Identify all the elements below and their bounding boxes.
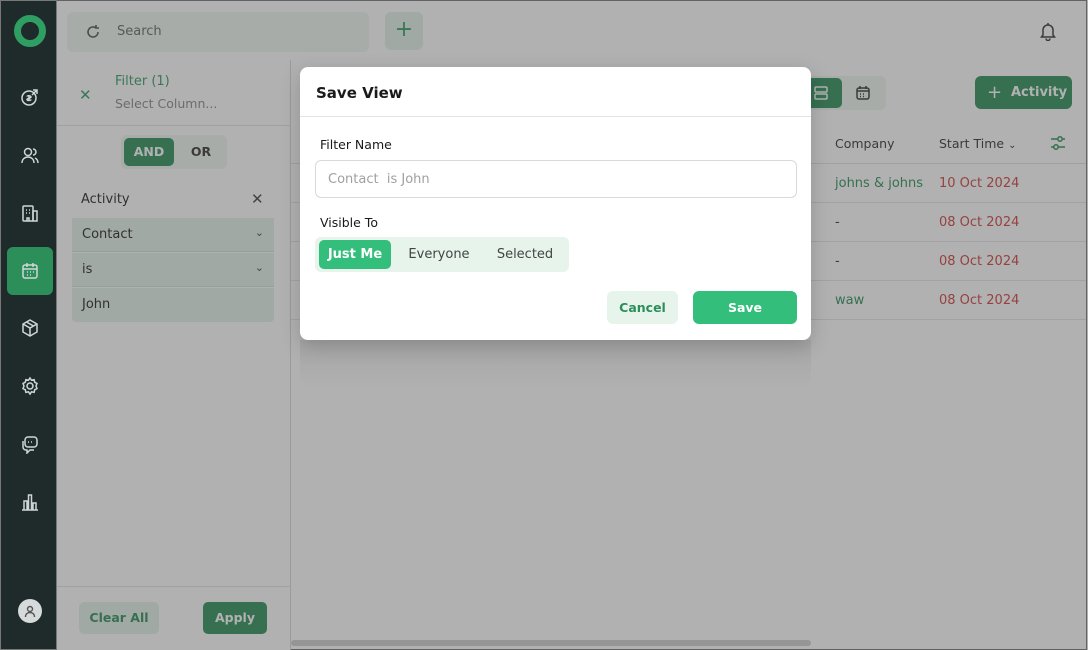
filter-name-label: Filter Name bbox=[320, 137, 392, 152]
reports-icon[interactable] bbox=[15, 487, 45, 517]
dialog-header: Save View bbox=[300, 67, 811, 117]
save-button[interactable]: Save bbox=[693, 291, 797, 324]
app-logo[interactable] bbox=[14, 15, 46, 47]
companies-icon[interactable] bbox=[15, 198, 45, 228]
visibility-option-everyone[interactable]: Everyone bbox=[399, 240, 479, 269]
products-icon[interactable] bbox=[15, 313, 45, 343]
contacts-icon[interactable] bbox=[15, 140, 45, 170]
cancel-button[interactable]: Cancel bbox=[607, 291, 678, 324]
dialog-title: Save View bbox=[316, 84, 403, 102]
visibility-option-just-me[interactable]: Just Me bbox=[319, 240, 391, 269]
filter-name-input[interactable] bbox=[315, 160, 797, 198]
activities-icon[interactable] bbox=[7, 247, 53, 295]
user-avatar[interactable] bbox=[18, 599, 42, 623]
deals-icon[interactable] bbox=[15, 82, 45, 112]
sidebar bbox=[0, 0, 57, 650]
modal-shadow bbox=[300, 340, 811, 388]
chat-icon[interactable] bbox=[15, 429, 45, 459]
settings-icon[interactable] bbox=[15, 371, 45, 401]
visible-to-label: Visible To bbox=[320, 215, 378, 230]
visibility-selector: Just Me Everyone Selected bbox=[315, 237, 569, 272]
visibility-option-selected[interactable]: Selected bbox=[485, 240, 565, 269]
save-view-dialog: Save View Filter Name Visible To Just Me… bbox=[300, 67, 811, 340]
